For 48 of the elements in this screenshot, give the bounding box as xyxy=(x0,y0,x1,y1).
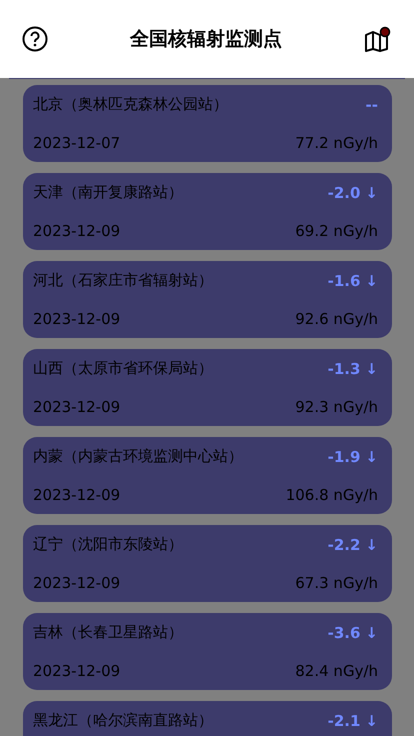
dose-rate: 77.2 nGy/h xyxy=(295,134,378,152)
station-date: 2023-12-09 xyxy=(33,574,120,592)
change-value: -- xyxy=(366,96,378,114)
dose-rate: 106.8 nGy/h xyxy=(286,486,378,504)
change-value: -2.0 xyxy=(328,184,360,202)
station-name: 吉林（长春卫星路站） xyxy=(33,623,183,642)
station-name: 北京（奥林匹克森林公园站） xyxy=(33,95,228,114)
station-date: 2023-12-09 xyxy=(33,310,120,328)
dose-rate: 69.2 nGy/h xyxy=(295,222,378,240)
station-date: 2023-12-09 xyxy=(33,662,120,680)
change-value: -1.6 xyxy=(328,272,360,290)
dose-rate: 67.3 nGy/h xyxy=(295,574,378,592)
station-date: 2023-12-07 xyxy=(33,134,120,152)
station-name: 河北（石家庄市省辐射站） xyxy=(33,271,213,290)
down-arrow: ↓ xyxy=(365,536,378,554)
down-arrow: ↓ xyxy=(365,712,378,730)
station-name: 内蒙（内蒙古环境监测中心站） xyxy=(33,447,243,466)
down-arrow: ↓ xyxy=(365,448,378,466)
dose-rate: 82.4 nGy/h xyxy=(295,662,378,680)
change-value: -1.9 xyxy=(328,448,360,466)
change-value: -2.2 xyxy=(328,536,360,554)
station-date: 2023-12-09 xyxy=(33,398,120,416)
station-card[interactable]: 山西（太原市省环保局站） -1.3 ↓ 2023-12-09 92.3 nGy/h xyxy=(23,349,392,426)
dose-rate: 92.3 nGy/h xyxy=(295,398,378,416)
station-card[interactable]: 吉林（长春卫星路站） -3.6 ↓ 2023-12-09 82.4 nGy/h xyxy=(23,613,392,690)
change-value: -2.1 xyxy=(328,712,360,730)
station-name: 辽宁（沈阳市东陵站） xyxy=(33,535,183,554)
station-date: 2023-12-09 xyxy=(33,222,120,240)
station-card[interactable]: 辽宁（沈阳市东陵站） -2.2 ↓ 2023-12-09 67.3 nGy/h xyxy=(23,525,392,602)
station-name: 天津（南开复康路站） xyxy=(33,183,183,202)
map-pin-icon[interactable] xyxy=(364,26,392,52)
down-arrow: ↓ xyxy=(365,624,378,642)
down-arrow: ↓ xyxy=(365,272,378,290)
down-arrow: ↓ xyxy=(365,184,378,202)
station-card[interactable]: 北京（奥林匹克森林公园站） -- 2023-12-07 77.2 nGy/h xyxy=(23,85,392,162)
station-date: 2023-12-09 xyxy=(33,486,120,504)
station-name: 山西（太原市省环保局站） xyxy=(33,359,213,378)
page-title: 全国核辐射监测点 xyxy=(130,27,282,52)
down-arrow: ↓ xyxy=(365,360,378,378)
help-icon[interactable] xyxy=(22,26,48,52)
dose-rate: 92.6 nGy/h xyxy=(295,310,378,328)
station-card[interactable]: 黑龙江（哈尔滨南直路站） -2.1 ↓ xyxy=(23,701,392,736)
change-value: -1.3 xyxy=(328,360,360,378)
station-card[interactable]: 河北（石家庄市省辐射站） -1.6 ↓ 2023-12-09 92.6 nGy/h xyxy=(23,261,392,338)
station-card[interactable]: 内蒙（内蒙古环境监测中心站） -1.9 ↓ 2023-12-09 106.8 nGy/h xyxy=(23,437,392,514)
change-value: -3.6 xyxy=(328,624,360,642)
station-name: 黑龙江（哈尔滨南直路站） xyxy=(33,711,213,730)
station-card[interactable]: 天津（南开复康路站） -2.0 ↓ 2023-12-09 69.2 nGy/h xyxy=(23,173,392,250)
